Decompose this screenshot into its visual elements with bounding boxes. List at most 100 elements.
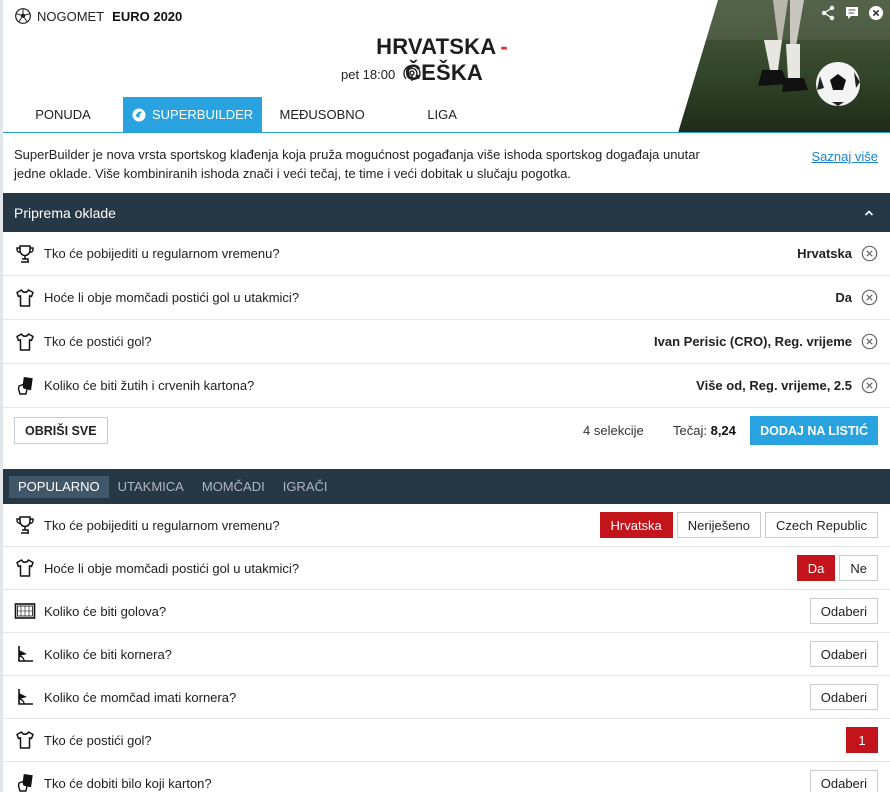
card-icon bbox=[14, 772, 36, 792]
market-row: Koliko će biti kornera? Odaberi bbox=[3, 633, 890, 676]
bet-builder-header[interactable]: Priprema oklade bbox=[3, 193, 890, 232]
market-question: Tko će pobijediti u regularnom vremenu? bbox=[44, 517, 280, 533]
league-label[interactable]: EURO 2020 bbox=[112, 9, 182, 24]
superbuilder-intro: SuperBuilder je nova vrsta sportskog kla… bbox=[3, 133, 890, 193]
market-row: Koliko će momčad imati kornera? Odaberi bbox=[3, 676, 890, 719]
trophy-icon bbox=[14, 514, 36, 536]
market-question: Tko će postići gol? bbox=[44, 732, 152, 748]
tab-ponuda[interactable]: PONUDA bbox=[3, 97, 123, 133]
tab-medusobno[interactable]: MEĐUSOBNO bbox=[262, 97, 382, 133]
market-question: Koliko će biti golova? bbox=[44, 603, 167, 619]
selection-answer: Hrvatska bbox=[797, 246, 852, 261]
market-options: 1 bbox=[846, 727, 878, 753]
choose-button[interactable]: Odaberi bbox=[809, 598, 878, 624]
market-list: Tko će pobijediti u regularnom vremenu? H… bbox=[3, 504, 890, 792]
market-row: Tko će pobijediti u regularnom vremenu? H… bbox=[3, 504, 890, 547]
selection-row: Tko će pobijediti u regularnom vremenu? H… bbox=[3, 232, 890, 276]
market-question: Tko će dobiti bilo koji karton? bbox=[44, 775, 212, 791]
tab-superbuilder-label: SUPERBUILDER bbox=[152, 107, 254, 122]
market-options: Odaberi bbox=[809, 598, 878, 624]
remove-selection-icon[interactable] bbox=[861, 377, 878, 394]
market-row: Hoće li obje momčadi postići gol u utakm… bbox=[3, 547, 890, 590]
tab-igraci[interactable]: IGRAČI bbox=[274, 476, 337, 498]
option-button[interactable]: Hrvatska bbox=[599, 512, 673, 538]
tab-momcadi[interactable]: MOMČADI bbox=[193, 476, 274, 498]
option-button[interactable]: Da bbox=[796, 555, 836, 581]
superbuilder-icon bbox=[132, 108, 146, 122]
option-button[interactable]: Czech Republic bbox=[764, 512, 878, 538]
shirt-icon bbox=[14, 557, 36, 579]
market-options: Odaberi bbox=[809, 641, 878, 667]
selection-question: Tko će pobijediti u regularnom vremenu? bbox=[44, 246, 280, 261]
corner-icon bbox=[14, 643, 36, 665]
selection-question: Tko će postići gol? bbox=[44, 334, 152, 349]
card-icon bbox=[14, 375, 36, 397]
choose-button[interactable]: Odaberi bbox=[809, 684, 878, 710]
football-icon bbox=[15, 8, 31, 24]
trophy-icon bbox=[14, 243, 36, 265]
market-question: Koliko će biti kornera? bbox=[44, 646, 172, 662]
market-row: Koliko će biti golova? Odaberi bbox=[3, 590, 890, 633]
choose-button[interactable]: Odaberi bbox=[809, 770, 878, 792]
match-time: pet 18:00 bbox=[341, 65, 421, 83]
shirt-icon bbox=[14, 331, 36, 353]
market-options: Hrvatska Neriješeno Czech Republic bbox=[599, 512, 878, 538]
team-separator: - bbox=[500, 34, 508, 59]
spacer bbox=[3, 453, 890, 469]
close-icon[interactable] bbox=[868, 5, 884, 21]
market-options: Odaberi bbox=[809, 770, 878, 792]
superbuilder-page: NOGOMET EURO 2020 HRVATSKA -ČEŠKA pet 18:… bbox=[0, 0, 890, 792]
selection-answer: Više od, Reg. vrijeme, 2.5 bbox=[696, 378, 852, 393]
selection-answer: Ivan Perisic (CRO), Reg. vrijeme bbox=[654, 334, 852, 349]
event-header: NOGOMET EURO 2020 HRVATSKA -ČEŠKA pet 18:… bbox=[3, 0, 890, 133]
selection-answer: Da bbox=[835, 290, 852, 305]
sport-label[interactable]: NOGOMET bbox=[37, 9, 104, 24]
add-to-slip-button[interactable]: DODAJ NA LISTIĆ bbox=[750, 416, 878, 445]
chevron-up-icon[interactable] bbox=[863, 207, 875, 219]
event-tabs: PONUDA SUPERBUILDER MEĐUSOBNO LIGA bbox=[3, 97, 502, 133]
broadcast-icon[interactable] bbox=[403, 65, 421, 83]
tab-utakmica[interactable]: UTAKMICA bbox=[109, 476, 193, 498]
share-icon[interactable] bbox=[820, 5, 836, 21]
odds-value: 8,24 bbox=[710, 423, 736, 438]
market-options: Odaberi bbox=[809, 684, 878, 710]
selection-row: Hoće li obje momčadi postići gol u utakm… bbox=[3, 276, 890, 320]
tab-liga[interactable]: LIGA bbox=[382, 97, 502, 133]
odds-label: Tečaj: bbox=[673, 423, 707, 438]
market-question: Koliko će momčad imati kornera? bbox=[44, 689, 237, 705]
goal-icon bbox=[14, 600, 36, 622]
option-button[interactable]: Ne bbox=[839, 555, 878, 581]
market-question: Hoće li obje momčadi postići gol u utakm… bbox=[44, 560, 300, 576]
option-button[interactable]: 1 bbox=[846, 727, 878, 753]
home-team: HRVATSKA bbox=[376, 34, 497, 59]
bet-builder-title: Priprema oklade bbox=[14, 204, 116, 221]
breadcrumb: NOGOMET EURO 2020 bbox=[15, 8, 182, 24]
selection-row: Koliko će biti žutih i crvenih kartona? V… bbox=[3, 364, 890, 408]
learn-more-link[interactable]: Saznaj više bbox=[812, 147, 878, 166]
selection-count: 4 selekcije bbox=[583, 423, 644, 438]
hero-actions bbox=[820, 5, 884, 21]
odds-display: Tečaj: 8,24 bbox=[673, 423, 736, 438]
selection-row: Tko će postići gol? Ivan Perisic (CRO), R… bbox=[3, 320, 890, 364]
choose-button[interactable]: Odaberi bbox=[809, 641, 878, 667]
remove-selection-icon[interactable] bbox=[861, 289, 878, 306]
selection-question: Koliko će biti žutih i crvenih kartona? bbox=[44, 378, 255, 393]
option-button[interactable]: Neriješeno bbox=[676, 512, 761, 538]
shirt-icon bbox=[14, 729, 36, 751]
remove-selection-icon[interactable] bbox=[861, 245, 878, 262]
tab-superbuilder[interactable]: SUPERBUILDER bbox=[123, 97, 263, 133]
shirt-icon bbox=[14, 287, 36, 309]
hero-image bbox=[678, 0, 890, 133]
kickoff-time: pet 18:00 bbox=[341, 66, 396, 82]
market-tabs: POPULARNO UTAKMICA MOMČADI IGRAČI bbox=[3, 469, 890, 504]
corner-icon bbox=[14, 686, 36, 708]
tab-popularno[interactable]: POPULARNO bbox=[9, 475, 109, 498]
market-row: Tko će postići gol? 1 bbox=[3, 719, 890, 762]
remove-selection-icon[interactable] bbox=[861, 333, 878, 350]
selection-question: Hoće li obje momčadi postići gol u utakm… bbox=[44, 290, 300, 305]
intro-text: SuperBuilder je nova vrsta sportskog kla… bbox=[14, 147, 700, 181]
clear-all-button[interactable]: OBRIŠI SVE bbox=[14, 417, 108, 444]
market-row: Tko će dobiti bilo koji karton? Odaberi bbox=[3, 762, 890, 792]
market-options: Da Ne bbox=[796, 555, 878, 581]
comment-icon[interactable] bbox=[844, 5, 860, 21]
